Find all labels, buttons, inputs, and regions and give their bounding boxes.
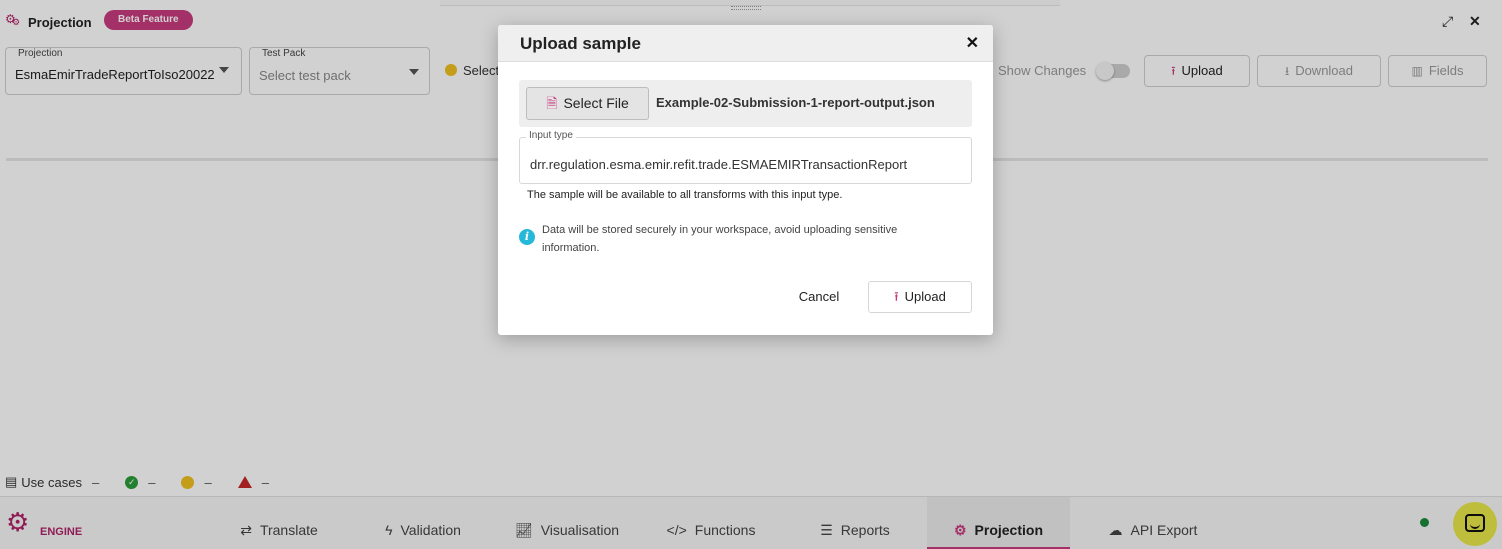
cancel-button[interactable]: Cancel — [786, 281, 852, 313]
info-notice-text: Data will be stored securely in your wor… — [542, 224, 898, 254]
input-type-label: Input type — [526, 130, 576, 141]
close-icon[interactable]: ✕ — [966, 33, 979, 53]
selected-file-name: Example-02-Submission-1-report-output.js… — [656, 95, 935, 110]
confirm-upload-label: Upload — [904, 289, 946, 304]
upload-icon: ⭱ — [894, 289, 899, 304]
input-type-helper-text: The sample will be available to all tran… — [527, 189, 843, 201]
select-file-button[interactable]: 🗎︎ Select File — [526, 87, 649, 120]
file-icon: 🗎︎ — [546, 95, 558, 111]
file-picker: 🗎︎ Select File Example-02-Submission-1-re… — [519, 80, 972, 127]
upload-sample-dialog: Upload sample ✕ 🗎︎ Select File Example-02… — [498, 25, 993, 335]
confirm-upload-button[interactable]: ⭱ Upload — [868, 281, 972, 313]
dialog-header: Upload sample ✕ — [498, 25, 993, 62]
info-icon: i — [519, 229, 535, 245]
input-type-value: drr.regulation.esma.emir.refit.trade.ESM… — [530, 157, 908, 172]
dialog-title: Upload sample — [520, 34, 641, 53]
select-file-label: Select File — [563, 95, 629, 111]
input-type-field[interactable]: Input type drr.regulation.esma.emir.refi… — [519, 130, 972, 184]
